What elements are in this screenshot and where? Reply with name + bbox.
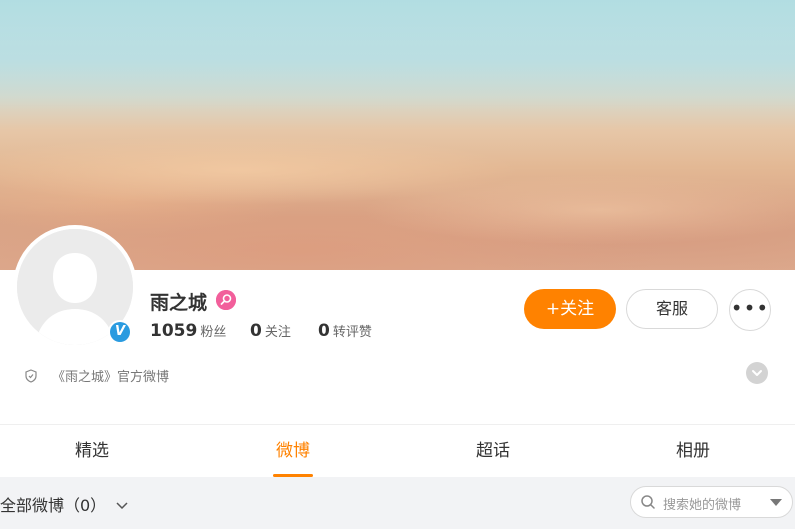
interactions-stat[interactable]: 0 转评赞 [318,321,372,341]
customer-service-button[interactable]: 客服 [626,289,718,329]
shield-icon [24,369,38,383]
caret-down-icon[interactable] [770,499,782,506]
profile-tabs: 精选 微博 超话 相册 [0,425,795,477]
tab-supertopic[interactable]: 超话 [453,425,533,477]
pink-search-badge-icon[interactable] [216,290,236,310]
all-posts-filter[interactable]: 全部微博（0） [0,492,129,516]
search-placeholder: 搜索她的微博 [663,498,742,513]
profile-name: 雨之城 [150,292,208,314]
tab-weibo[interactable]: 微博 [253,425,333,477]
expand-chevron-down-icon[interactable] [746,362,768,384]
profile-description: 《雨之城》官方微博 [24,366,169,385]
more-options-button[interactable]: ••• [729,289,771,331]
tab-album[interactable]: 相册 [653,425,733,477]
tab-featured[interactable]: 精选 [52,425,132,477]
search-icon [641,495,655,509]
verified-badge-icon: V [108,320,132,344]
followers-stat[interactable]: 1059 粉丝 [150,321,226,341]
search-posts-input[interactable]: 搜索她的微博 [630,486,793,518]
follow-button[interactable]: +关注 [524,289,616,329]
following-stat[interactable]: 0 关注 [250,321,291,341]
chevron-down-icon [116,502,128,510]
cover-banner [0,0,795,270]
description-text: 《雨之城》官方微博 [52,370,170,385]
